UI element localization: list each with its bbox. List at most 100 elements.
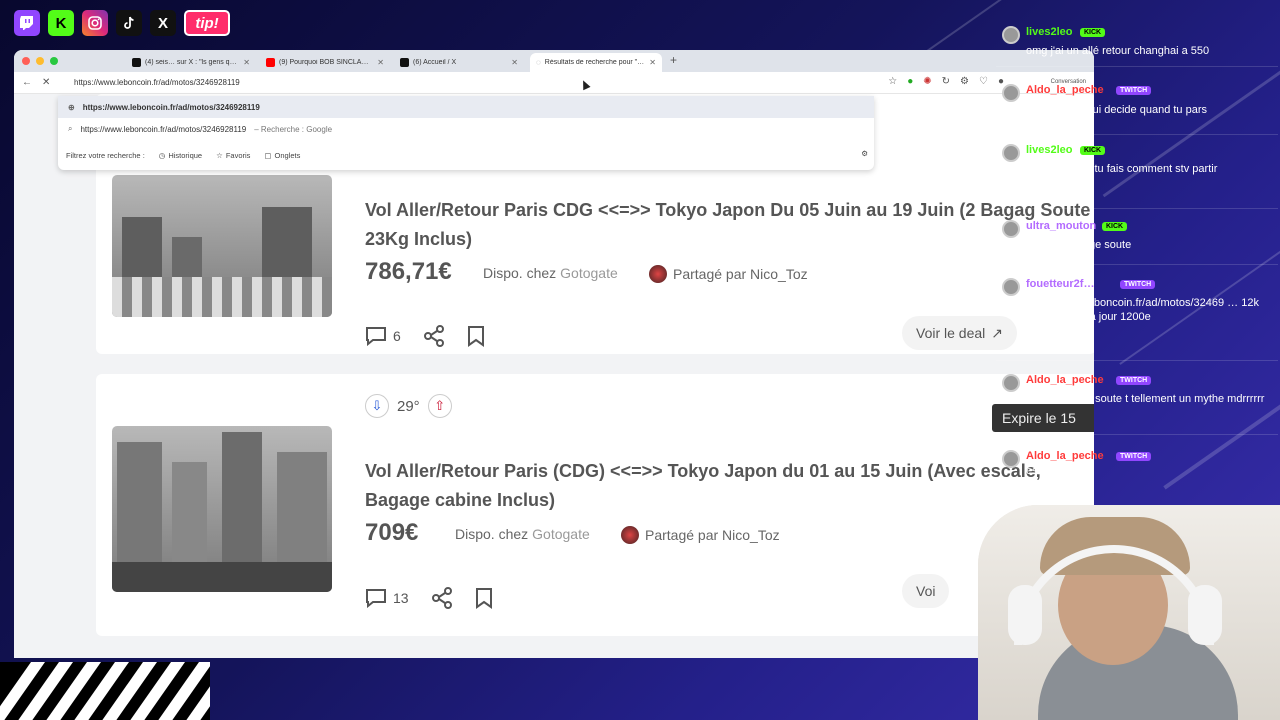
twitch-badge: TWITCH — [1116, 376, 1152, 385]
stop-icon[interactable]: ✕ — [42, 77, 50, 88]
tab-x-post[interactable]: (4) seis… sur X : "ls gens qui m… ✕ — [126, 53, 256, 72]
kick-icon: K — [48, 10, 74, 36]
view-deal-button[interactable]: Voi — [902, 574, 950, 608]
filter-tabs-button[interactable]: ▢ Onglets — [264, 151, 300, 160]
comments-button[interactable]: 13 — [365, 588, 409, 608]
close-icon[interactable]: ✕ — [243, 58, 250, 67]
divider — [996, 434, 1278, 435]
deal-actions: 13 — [365, 587, 493, 609]
kick-badge: KICK — [1102, 222, 1128, 231]
merchant-link[interactable]: Gotogate — [532, 526, 590, 542]
tab-label: (6) Accueil / X — [413, 59, 457, 66]
deal-title[interactable]: Vol Aller/Retour Paris CDG <<=>> Tokyo J… — [365, 196, 1094, 254]
comments-button[interactable]: 6 — [365, 326, 401, 346]
star-icon: ☆ — [216, 150, 223, 160]
tab-label: Résultats de recherche pour "ja… — [544, 59, 646, 66]
chat-text: mais du coup tu fais comment stv partir — [1026, 163, 1218, 175]
deal-actions: 6 — [365, 325, 485, 347]
deal-shared-by: Partagé par Nico_Toz — [649, 265, 808, 283]
new-tab-button[interactable]: + — [670, 53, 677, 67]
history-icon: ◷ — [158, 150, 166, 160]
headset-earcup — [1188, 585, 1222, 645]
filter-label: Filtrez votre recherche : — [66, 150, 145, 160]
share-icon[interactable] — [423, 325, 445, 347]
divider — [996, 66, 1278, 67]
bookmark-star-icon[interactable]: ☆ — [888, 76, 897, 87]
close-window-button[interactable] — [22, 57, 30, 65]
avatar — [1002, 144, 1020, 162]
share-icon[interactable] — [431, 587, 453, 609]
x-icon — [400, 58, 409, 67]
address-bar[interactable]: https://www.leboncoin.fr/ad/motos/324692… — [74, 78, 240, 87]
deal-merchant: Dispo. chez Gotogate — [483, 265, 618, 281]
omnibox-suggestion[interactable]: ⌕ https://www.leboncoin.fr/ad/motos/3246… — [58, 118, 874, 140]
extension-icon[interactable]: ⚙ — [960, 76, 969, 87]
maximize-window-button[interactable] — [50, 57, 58, 65]
merchant-link[interactable]: Gotogate — [560, 265, 618, 281]
chat-username: Aldo_la_peche — [1026, 450, 1104, 462]
suggestion-text: https://www.leboncoin.fr/ad/motos/324692… — [80, 124, 247, 134]
deal-price: 709€ — [365, 519, 419, 546]
twitch-badge: TWITCH — [1116, 86, 1152, 95]
chat-username: lives2leo — [1026, 144, 1073, 156]
comments-count: 6 — [393, 328, 401, 344]
favorites-icon[interactable]: ♡ — [979, 76, 988, 87]
settings-icon[interactable]: ⚙ — [861, 149, 868, 158]
close-icon[interactable]: ✕ — [649, 58, 656, 67]
suggestion-suffix: – Recherche : Google — [254, 124, 333, 134]
chat-username: lives2leo — [1026, 26, 1073, 38]
avatar — [1002, 450, 1020, 468]
deal-price: 786,71€ — [365, 258, 452, 285]
twitch-badge: TWITCH — [1120, 280, 1156, 289]
tab-bar: (4) seis… sur X : "ls gens qui m… ✕ (9) … — [14, 50, 1094, 72]
deal-temperature: 29° — [397, 397, 420, 415]
filter-history-button[interactable]: ◷ Historique — [159, 151, 202, 160]
tab-youtube[interactable]: (9) Pourquoi BOB SINCLAR nou… ✕ — [260, 53, 390, 72]
decor-stripes — [0, 662, 210, 720]
deal-temperature-widget: ⇩ 29° ⇧ — [365, 394, 452, 418]
tab-x-home[interactable]: (6) Accueil / X ✕ — [394, 53, 524, 72]
deal-shared-by: Partagé par Nico_Toz — [621, 526, 780, 544]
window-controls — [22, 57, 58, 65]
tabs-icon: ▢ — [264, 150, 272, 160]
extension-icon[interactable]: ✺ — [923, 76, 931, 87]
chat-text: dans le bagage soute — [1026, 239, 1132, 251]
shared-label[interactable]: Partagé par Nico_Toz — [645, 527, 780, 543]
youtube-icon — [266, 58, 275, 67]
comment-icon — [366, 327, 386, 346]
deal-merchant: Dispo. chez Gotogate — [455, 526, 590, 542]
omnibox-dropdown: ⊕ https://www.leboncoin.fr/ad/motos/3246… — [58, 96, 874, 170]
toolbar-icons: ☆ ● ✺ ↻ ⚙ ♡ ● — [888, 76, 1004, 87]
deals-page: 7° Vol Aller/Retour Paris CDG <<=>> Toky… — [14, 94, 1094, 658]
kick-badge: KICK — [1080, 146, 1106, 155]
deal-image[interactable] — [112, 426, 332, 592]
chat-text: et c macron qui decide quand tu pars — [1026, 104, 1208, 116]
chat-username: Aldo_la_peche — [1026, 84, 1104, 96]
divider — [996, 134, 1278, 135]
tab-search-results[interactable]: ◌ Résultats de recherche pour "ja… ✕ — [530, 53, 662, 72]
comments-count: 13 — [393, 590, 409, 606]
dispo-label: Dispo. chez — [455, 526, 529, 542]
minimize-window-button[interactable] — [36, 57, 44, 65]
bookmark-icon[interactable] — [475, 587, 493, 609]
bookmark-icon[interactable] — [467, 325, 485, 347]
back-icon[interactable]: ← — [22, 77, 32, 88]
close-icon[interactable]: ✕ — [511, 58, 518, 67]
shared-label[interactable]: Partagé par Nico_Toz — [673, 266, 808, 282]
chat-text: omg j'ai un allé retour changhai a 550 — [1026, 45, 1210, 57]
avatar — [1002, 278, 1020, 296]
comment-icon — [366, 589, 386, 608]
globe-icon: ⊕ — [68, 102, 75, 112]
close-icon[interactable]: ✕ — [377, 58, 384, 67]
extension-icon[interactable]: ● — [907, 76, 913, 87]
omnibox-suggestion[interactable]: ⊕ https://www.leboncoin.fr/ad/motos/3246… — [58, 96, 874, 118]
refresh-icon[interactable]: ↻ — [942, 76, 950, 87]
avatar — [1002, 26, 1020, 44]
deal-image[interactable] — [112, 175, 332, 317]
vote-down-icon[interactable]: ⇩ — [365, 394, 389, 418]
vote-up-icon[interactable]: ⇧ — [427, 394, 452, 418]
tab-label: (4) seis… sur X : "ls gens qui m… — [145, 59, 239, 66]
filter-favorites-button[interactable]: ☆ Favoris — [216, 151, 250, 160]
social-icons: K X tip! — [14, 10, 230, 36]
avatar — [1002, 84, 1020, 102]
